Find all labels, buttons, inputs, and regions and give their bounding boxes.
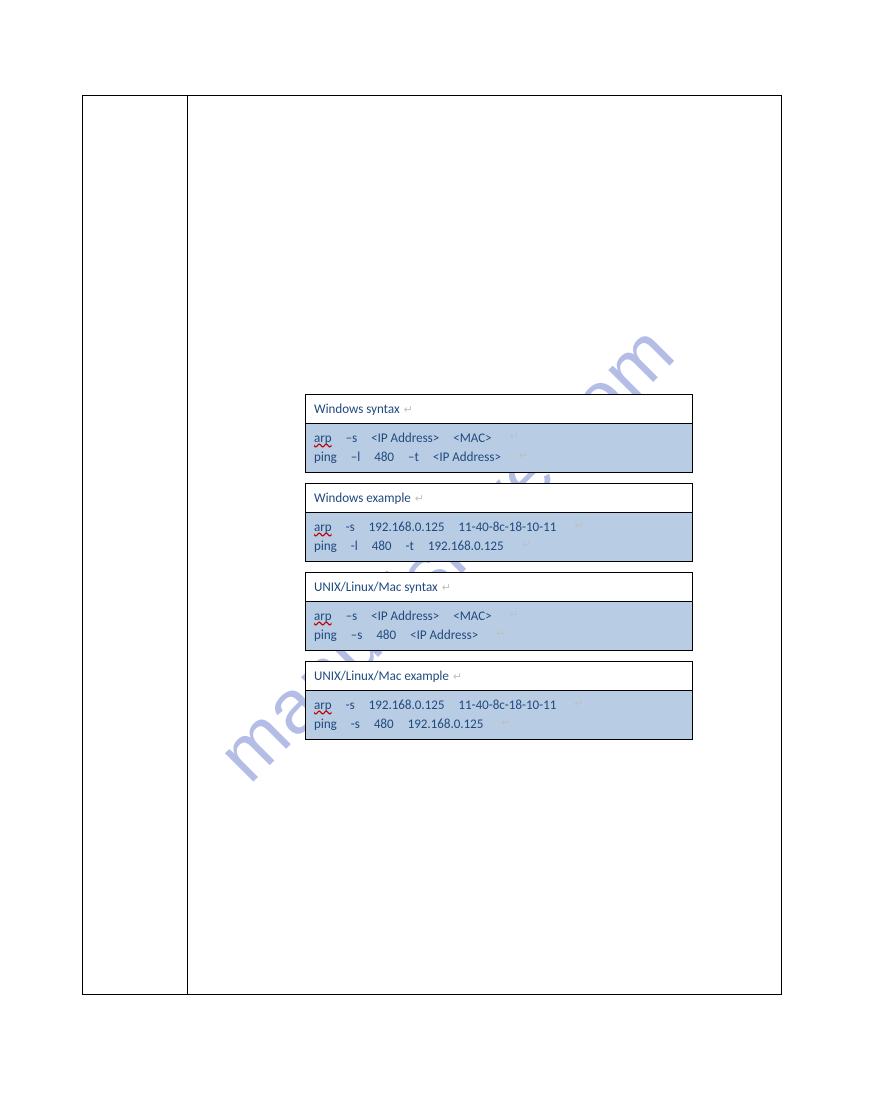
command-line: ping –s 480 <IP Address> ↵ (314, 626, 684, 646)
syntax-tables: Windows syntax↵ arp –s <IP Address> <MAC… (305, 394, 693, 750)
cmd-arg: <IP Address> (371, 429, 439, 449)
table-header: Windows syntax↵ (306, 395, 693, 424)
table-unix-example: UNIX/Linux/Mac example↵ arp -s 192.168.0… (305, 661, 693, 740)
cmd-arg: 480 (376, 626, 396, 646)
pilcrow-icon: ↵ (400, 403, 413, 416)
cmd-arg: <IP Address> (371, 607, 439, 627)
cmd-flag: –t (408, 448, 419, 468)
cmd-arg: <IP Address> (410, 626, 478, 646)
column-divider (187, 95, 188, 995)
table-header: UNIX/Linux/Mac syntax↵ (306, 573, 693, 602)
cmd-arg: <MAC> (453, 429, 491, 449)
command-line: ping -l 480 -t 192.168.0.125 ↵ (314, 537, 684, 557)
code-cell: arp –s <IP Address> <MAC> ↵ ping –l 480 … (306, 424, 693, 473)
command-line: arp –s <IP Address> <MAC> ↵ (314, 429, 684, 449)
pilcrow-icon: ↵ (570, 696, 583, 716)
cmd-ping: ping (314, 626, 337, 646)
cmd-arg: 11-40-8c-18-10-11 (458, 518, 556, 538)
cmd-arp: arp (314, 429, 332, 449)
cmd-flag: –l (351, 448, 360, 468)
command-line: arp -s 192.168.0.125 11-40-8c-18-10-11 ↵ (314, 696, 684, 716)
command-line: arp -s 192.168.0.125 11-40-8c-18-10-11 ↵ (314, 518, 684, 538)
cmd-flag: -l (351, 537, 358, 557)
cmd-flag: -s (346, 518, 355, 538)
pilcrow-icon: ↵ (449, 670, 462, 683)
cmd-arp: arp (314, 607, 332, 627)
code-cell: arp -s 192.168.0.125 11-40-8c-18-10-11 ↵… (306, 513, 693, 562)
cmd-arg: <MAC> (453, 607, 491, 627)
cmd-arg: <IP Address> (433, 448, 501, 468)
pilcrow-icon: ↵ (515, 448, 528, 468)
pilcrow-icon: ↵ (411, 492, 424, 505)
header-text: UNIX/Linux/Mac example (314, 669, 449, 684)
cmd-arg: 480 (372, 537, 392, 557)
cmd-flag: -s (346, 696, 355, 716)
cmd-arg: 192.168.0.125 (369, 696, 445, 716)
table-windows-syntax: Windows syntax↵ arp –s <IP Address> <MAC… (305, 394, 693, 473)
cmd-flag: -t (406, 537, 414, 557)
cmd-flag: –s (346, 429, 358, 449)
table-windows-example: Windows example↵ arp -s 192.168.0.125 11… (305, 483, 693, 562)
table-header: UNIX/Linux/Mac example↵ (306, 662, 693, 691)
cmd-ping: ping (314, 537, 337, 557)
cmd-arg: 480 (374, 448, 394, 468)
pilcrow-icon: ↵ (497, 715, 510, 735)
cmd-flag: –s (346, 607, 358, 627)
code-cell: arp -s 192.168.0.125 11-40-8c-18-10-11 ↵… (306, 691, 693, 740)
pilcrow-icon: ↵ (506, 429, 519, 449)
table-unix-syntax: UNIX/Linux/Mac syntax↵ arp –s <IP Addres… (305, 572, 693, 651)
cmd-arg: 480 (374, 715, 394, 735)
header-text: Windows syntax (314, 402, 400, 417)
cmd-arp: arp (314, 696, 332, 716)
cmd-arp: arp (314, 518, 332, 538)
cmd-arg: 192.168.0.125 (408, 715, 484, 735)
cmd-ping: ping (314, 715, 337, 735)
pilcrow-icon: ↵ (438, 581, 451, 594)
code-cell: arp –s <IP Address> <MAC> ↵ ping –s 480 … (306, 602, 693, 651)
cmd-arg: 11-40-8c-18-10-11 (458, 696, 556, 716)
cmd-arg: 192.168.0.125 (369, 518, 445, 538)
cmd-flag: –s (351, 626, 363, 646)
table-header: Windows example↵ (306, 484, 693, 513)
cmd-arg: 192.168.0.125 (428, 537, 504, 557)
pilcrow-icon: ↵ (570, 518, 583, 538)
command-line: arp –s <IP Address> <MAC> ↵ (314, 607, 684, 627)
header-text: Windows example (314, 491, 411, 506)
header-text: UNIX/Linux/Mac syntax (314, 580, 438, 595)
cmd-flag: -s (351, 715, 360, 735)
pilcrow-icon: ↵ (518, 537, 531, 557)
pilcrow-icon: ↵ (492, 626, 505, 646)
command-line: ping –l 480 –t <IP Address> ↵ (314, 448, 684, 468)
cmd-ping: ping (314, 448, 337, 468)
command-line: ping -s 480 192.168.0.125 ↵ (314, 715, 684, 735)
pilcrow-icon: ↵ (506, 607, 519, 627)
